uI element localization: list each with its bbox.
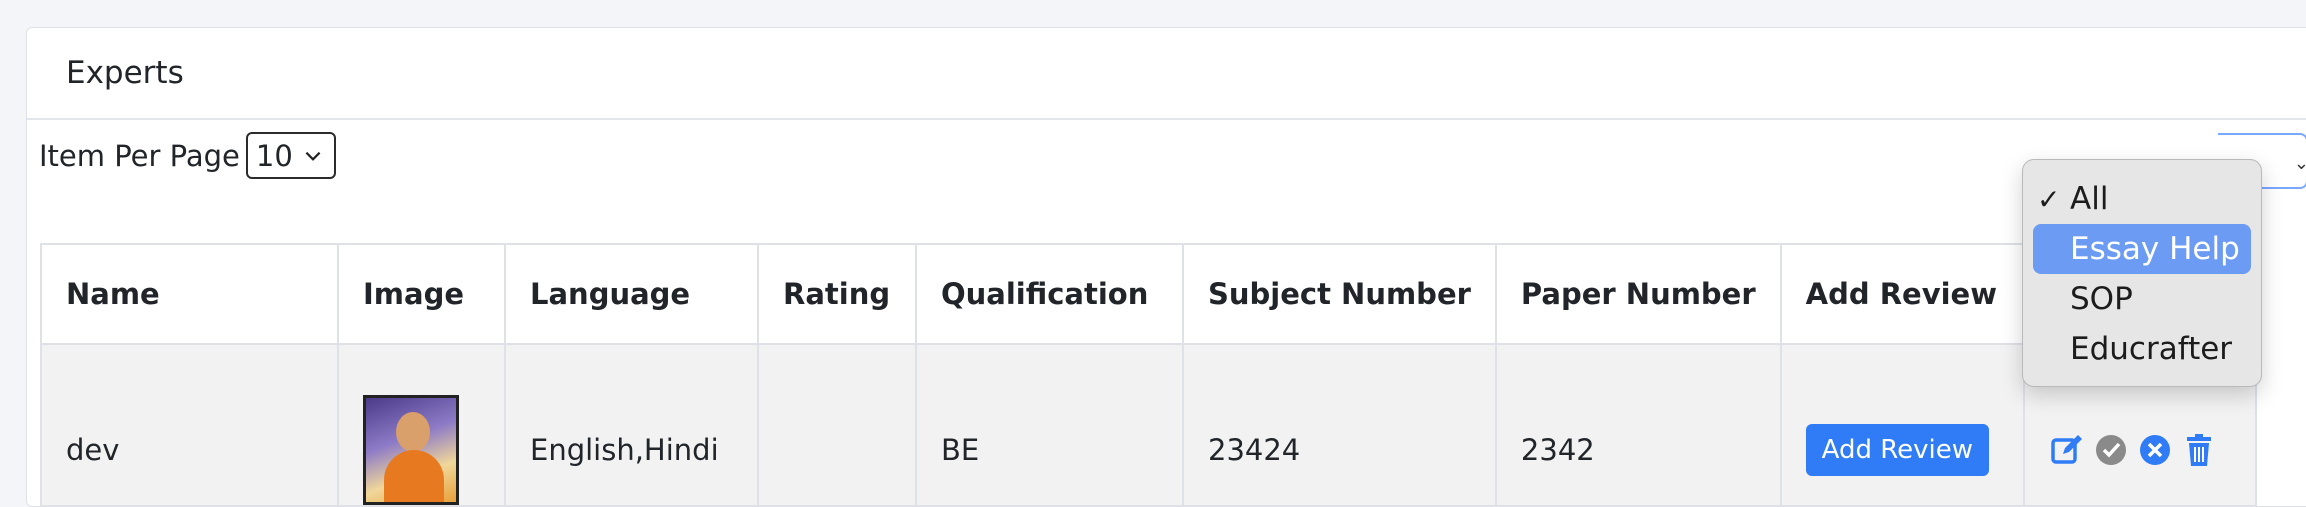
dropdown-option-essay-help[interactable]: Essay Help — [2033, 224, 2251, 274]
cell-subject-number: 23424 — [1182, 343, 1497, 507]
col-header-name: Name — [40, 243, 339, 345]
check-circle-icon[interactable] — [2093, 432, 2129, 468]
col-header-add-review: Add Review — [1779, 243, 2025, 345]
edit-icon[interactable] — [2049, 432, 2085, 468]
cell-add-review: Add Review — [1779, 343, 2025, 507]
cell-rating — [757, 343, 917, 507]
dropdown-option-label: Essay Help — [2070, 231, 2240, 267]
dropdown-option-all[interactable]: ✓ All — [2033, 174, 2251, 224]
table-header-row: Name Image Language Rating Qualification… — [40, 243, 2257, 345]
dropdown-option-educrafter[interactable]: Educrafter — [2033, 324, 2251, 374]
checkmark-icon: ✓ — [2037, 182, 2061, 216]
row-actions — [2049, 432, 2231, 468]
col-header-language: Language — [504, 243, 759, 345]
cell-language: English,Hindi — [504, 343, 759, 507]
col-header-paper-number: Paper Number — [1494, 243, 1782, 345]
x-circle-icon[interactable] — [2137, 432, 2173, 468]
chevron-down-icon — [305, 151, 321, 161]
trash-icon[interactable] — [2181, 432, 2217, 468]
per-page-select[interactable]: 10 — [245, 132, 336, 179]
card-header: Experts — [27, 28, 2306, 120]
col-header-rating: Rating — [757, 243, 917, 345]
per-page-value: 10 — [255, 138, 293, 173]
cell-image — [337, 343, 506, 507]
chevron-down-icon: ⌄ — [2293, 153, 2306, 174]
card-title: Experts — [66, 55, 184, 91]
dropdown-option-label: SOP — [2070, 281, 2133, 317]
dropdown-option-label: Educrafter — [2070, 331, 2233, 367]
cell-qualification: BE — [915, 343, 1184, 507]
col-header-subject-number: Subject Number — [1182, 243, 1497, 345]
dropdown-option-label: All — [2070, 181, 2109, 217]
category-filter-dropdown: ✓ All Essay Help SOP Educrafter — [2022, 159, 2262, 387]
col-header-image: Image — [337, 243, 506, 345]
per-page-label: Item Per Page — [39, 138, 240, 173]
per-page-toolbar: Item Per Page 10 — [39, 132, 336, 179]
add-review-button[interactable]: Add Review — [1805, 424, 1990, 476]
experts-table: Name Image Language Rating Qualification… — [40, 243, 2257, 507]
cell-name: dev — [40, 343, 339, 507]
dropdown-option-sop[interactable]: SOP — [2033, 274, 2251, 324]
col-header-qualification: Qualification — [915, 243, 1184, 345]
cell-paper-number: 2342 — [1494, 343, 1782, 507]
expert-avatar — [363, 395, 459, 505]
table-row: dev English,Hindi BE 23424 2342 Add Revi… — [40, 343, 2257, 507]
